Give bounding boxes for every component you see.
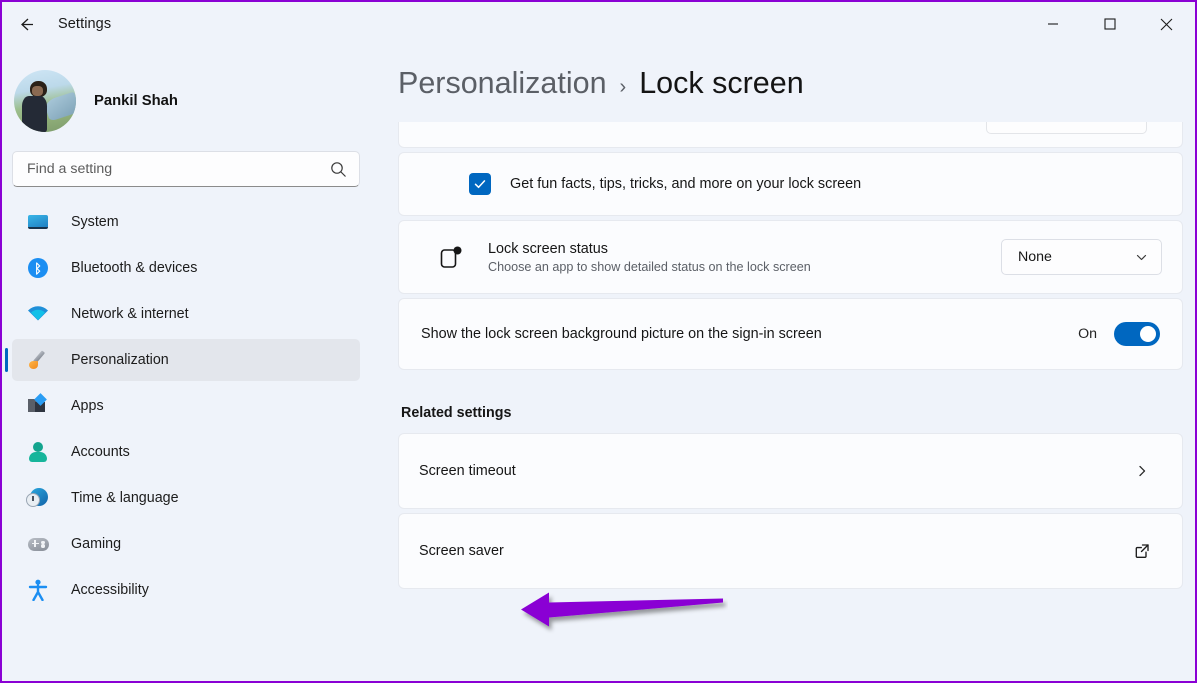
fun-facts-label: Get fun facts, tips, tricks, and more on… [510, 176, 862, 192]
clipped-card-above [398, 122, 1183, 148]
settings-list: Get fun facts, tips, tricks, and more on… [374, 122, 1195, 589]
sidebar-item-label: Apps [71, 398, 104, 414]
window-title: Settings [58, 16, 112, 32]
sidebar-item-label: Accounts [71, 444, 130, 460]
signin-background-state: On [1078, 326, 1097, 342]
sidebar: Pankil Shah System ᛒ Bluetooth & devices [2, 46, 374, 681]
close-button[interactable] [1138, 2, 1195, 46]
toggle-knob [1140, 326, 1156, 342]
close-icon [1160, 18, 1173, 30]
minimize-button[interactable] [1024, 2, 1081, 46]
sidebar-item-network-internet[interactable]: Network & internet [12, 293, 360, 335]
screen-timeout-row[interactable]: Screen timeout [399, 434, 1182, 508]
gamepad-icon [26, 532, 50, 556]
sidebar-item-label: Network & internet [71, 306, 189, 322]
back-arrow-icon [20, 18, 33, 30]
sidebar-item-label: Gaming [71, 536, 122, 552]
sidebar-item-label: Accessibility [71, 582, 149, 598]
sidebar-item-apps[interactable]: Apps [12, 385, 360, 427]
chevron-right-icon [1130, 459, 1154, 483]
clock-globe-icon [26, 486, 50, 510]
related-settings-heading: Related settings [401, 405, 512, 421]
lock-screen-status-card: Lock screen status Choose an app to show… [398, 220, 1183, 294]
lock-screen-status-row: Lock screen status Choose an app to show… [399, 221, 1182, 293]
breadcrumb-separator-icon: › [619, 76, 627, 98]
sidebar-item-time-language[interactable]: Time & language [12, 477, 360, 519]
sidebar-item-label: Personalization [71, 352, 169, 368]
sidebar-item-gaming[interactable]: Gaming [12, 523, 360, 565]
sidebar-item-label: Bluetooth & devices [71, 260, 198, 276]
system-icon [26, 210, 50, 234]
fun-facts-checkbox[interactable] [469, 173, 491, 195]
account-icon [26, 440, 50, 464]
screen-timeout-label: Screen timeout [419, 463, 516, 479]
search-icon [331, 161, 346, 177]
wifi-icon [26, 302, 50, 326]
sidebar-item-personalization[interactable]: Personalization [5, 339, 360, 381]
lock-screen-status-texts: Lock screen status Choose an app to show… [488, 241, 1001, 274]
lock-screen-status-dropdown[interactable]: None [1001, 239, 1162, 275]
main-content: Personalization › Lock screen Get fun fa… [374, 46, 1195, 681]
screen-timeout-card: Screen timeout [398, 433, 1183, 509]
external-link-icon [1130, 539, 1154, 563]
title-bar: Settings [2, 2, 1195, 46]
apps-icon [26, 393, 50, 418]
avatar [14, 70, 76, 132]
fun-facts-row[interactable]: Get fun facts, tips, tricks, and more on… [399, 153, 1182, 215]
dropdown-value: None [1018, 249, 1052, 265]
accessibility-icon [26, 578, 50, 602]
sidebar-item-accounts[interactable]: Accounts [12, 431, 360, 473]
lock-screen-status-subtitle: Choose an app to show detailed status on… [488, 259, 811, 274]
profile-name: Pankil Shah [94, 93, 178, 109]
fun-facts-card: Get fun facts, tips, tricks, and more on… [398, 152, 1183, 216]
screen-saver-card: Screen saver [398, 513, 1183, 589]
window-controls [1024, 2, 1195, 46]
breadcrumb-parent[interactable]: Personalization [398, 66, 607, 101]
chevron-down-icon [1136, 254, 1147, 260]
signin-background-card: Show the lock screen background picture … [398, 298, 1183, 370]
lock-screen-status-title: Lock screen status [488, 240, 608, 257]
bluetooth-icon: ᛒ [26, 256, 50, 280]
screen-saver-row[interactable]: Screen saver [399, 514, 1182, 588]
minimize-icon [1047, 23, 1058, 25]
back-button[interactable] [9, 7, 43, 41]
profile-section[interactable]: Pankil Shah [2, 46, 374, 138]
app-badge-icon [436, 242, 466, 272]
sidebar-item-bluetooth-devices[interactable]: ᛒ Bluetooth & devices [12, 247, 360, 289]
maximize-icon [1103, 18, 1116, 30]
signin-background-row: Show the lock screen background picture … [399, 299, 1182, 369]
paintbrush-icon [26, 348, 50, 372]
screen-saver-label: Screen saver [419, 543, 504, 559]
settings-window: Settings Pankil Shah Find a setting Syst… [0, 0, 1197, 683]
checkmark-icon [474, 180, 486, 189]
maximize-button[interactable] [1081, 2, 1138, 46]
breadcrumb: Personalization › Lock screen [374, 46, 1195, 122]
search-box[interactable] [12, 151, 360, 187]
sidebar-item-label: Time & language [71, 490, 179, 506]
page-title: Lock screen [639, 66, 804, 100]
sidebar-nav: System ᛒ Bluetooth & devices Network & i… [2, 201, 374, 611]
sidebar-item-label: System [71, 214, 119, 230]
search-input[interactable] [27, 161, 330, 177]
signin-background-label: Show the lock screen background picture … [421, 326, 822, 342]
signin-background-toggle[interactable] [1114, 322, 1160, 346]
sidebar-item-accessibility[interactable]: Accessibility [12, 569, 360, 611]
sidebar-item-system[interactable]: System [12, 201, 360, 243]
clipped-dropdown[interactable] [986, 122, 1147, 134]
